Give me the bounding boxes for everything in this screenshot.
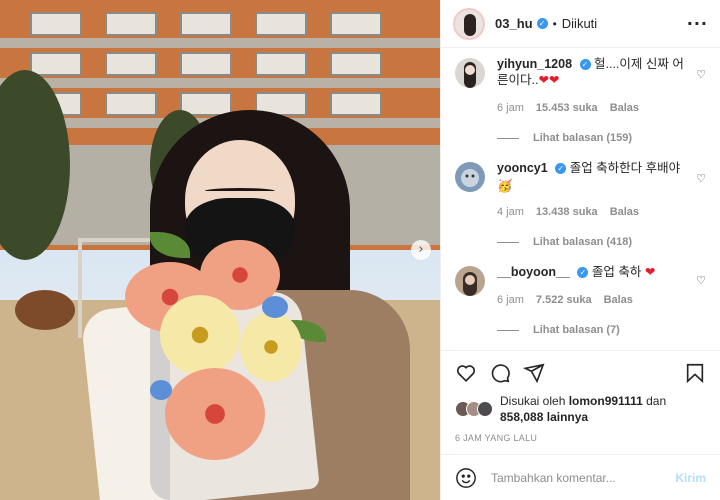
view-replies-button[interactable]: Lihat balasan (7) <box>497 322 688 338</box>
building-window <box>105 12 157 36</box>
comment-icon[interactable] <box>489 362 511 384</box>
liker-avatar <box>477 401 493 417</box>
reply-button[interactable]: Balas <box>610 100 639 116</box>
post-actions: Disukai oleh lomon991111 dan 858,088 lai… <box>441 350 720 443</box>
building-window <box>255 12 307 36</box>
commenter-username[interactable]: yihyun_1208 <box>497 57 572 71</box>
liker-username[interactable]: lomon991111 <box>569 394 643 408</box>
building-window <box>330 92 382 116</box>
chevron-right-icon: › <box>418 242 424 257</box>
comment-like-heart-icon[interactable]: ♡ <box>696 68 706 81</box>
photo-bush <box>15 290 75 330</box>
author-username[interactable]: 03_hu <box>495 16 533 31</box>
party-emoji: 🥳 <box>497 179 513 193</box>
comment-item: __boyoon__ ✓ 졸업 축하 ❤ 6 jam 7.522 suka Ba… <box>455 250 706 338</box>
likes-suffix[interactable]: lainnya <box>547 410 588 424</box>
add-comment-bar: Kirim <box>441 454 720 500</box>
replies-line <box>497 329 519 331</box>
comment-body: __boyoon__ ✓ 졸업 축하 ❤ 6 jam 7.522 suka Ba… <box>497 264 706 338</box>
comment-list[interactable]: yihyun_1208 ✓ 헐....이제 신짜 어른이다..❤❤ 6 jam … <box>441 48 720 350</box>
comment-text: 졸업 축하 <box>591 265 642 279</box>
bouquet-flower <box>165 368 265 460</box>
bouquet-flower <box>150 380 172 400</box>
commenter-username[interactable]: yooncy1 <box>497 161 548 175</box>
verified-icon: ✓ <box>579 59 591 70</box>
comment-input[interactable] <box>491 470 676 485</box>
header-dot: • <box>552 16 557 31</box>
follow-status[interactable]: Diikuti <box>562 16 597 31</box>
commenter-avatar[interactable] <box>455 162 485 192</box>
heart-icon[interactable] <box>455 362 477 384</box>
reply-button[interactable]: Balas <box>604 292 633 308</box>
verified-icon: ✓ <box>577 267 589 278</box>
post-comment-button[interactable]: Kirim <box>675 471 706 485</box>
comment-meta: 6 jam 15.453 suka Balas <box>497 100 688 116</box>
commenter-avatar[interactable] <box>455 266 485 296</box>
likes-row: Disukai oleh lomon991111 dan 858,088 lai… <box>455 393 706 425</box>
building-window <box>330 52 382 76</box>
replies-line <box>497 137 519 139</box>
comment-meta: 6 jam 7.522 suka Balas <box>497 292 688 308</box>
verified-icon: ✓ <box>536 18 548 29</box>
post-photo[interactable]: › <box>0 0 440 500</box>
bouquet-flower <box>160 295 240 375</box>
likes-text: Disukai oleh lomon991111 dan 858,088 lai… <box>494 393 666 425</box>
building-floor <box>0 38 440 48</box>
building-window <box>180 12 232 36</box>
comment-text: 졸업 축하한다 후배야 <box>569 161 681 175</box>
comment-item: yihyun_1208 ✓ 헐....이제 신짜 어른이다..❤❤ 6 jam … <box>455 48 706 146</box>
action-icons <box>455 361 706 385</box>
view-replies-button[interactable]: Lihat balasan (418) <box>497 234 688 250</box>
likes-joiner: dan <box>646 394 667 408</box>
author-avatar[interactable] <box>453 7 485 40</box>
share-icon[interactable] <box>523 362 545 384</box>
building-floor <box>0 78 440 88</box>
verified-icon: ✓ <box>555 163 567 174</box>
replies-line <box>497 241 519 243</box>
liker-avatars[interactable] <box>455 401 493 417</box>
building-window <box>180 52 232 76</box>
commenter-avatar[interactable] <box>455 58 485 88</box>
comment-meta: 4 jam 13.438 suka Balas <box>497 204 688 220</box>
reply-button[interactable]: Balas <box>610 204 639 220</box>
comment-likes[interactable]: 13.438 suka <box>536 204 598 220</box>
bookmark-icon[interactable] <box>684 362 706 384</box>
building-window <box>255 52 307 76</box>
heart-emoji: ❤❤ <box>538 72 560 87</box>
comment-age[interactable]: 6 jam <box>497 292 524 308</box>
view-replies-label: Lihat balasan (418) <box>533 236 633 248</box>
likes-prefix: Disukai oleh <box>500 394 566 408</box>
comment-item: yooncy1 ✓ 졸업 축하한다 후배야 🥳 4 jam 13.438 suk… <box>455 146 706 250</box>
comment-body: yooncy1 ✓ 졸업 축하한다 후배야 🥳 4 jam 13.438 suk… <box>497 160 706 250</box>
building-window <box>30 12 82 36</box>
view-replies-label: Lihat balasan (7) <box>533 324 620 336</box>
emoji-icon[interactable] <box>455 467 477 489</box>
next-photo-button[interactable]: › <box>411 240 431 260</box>
likes-count[interactable]: 858,088 <box>500 410 543 424</box>
post-dialog: › 03_hu ✓ • Diikuti ··· yihyun_1208 ✓ 헐.… <box>0 0 720 500</box>
view-replies-label: Lihat balasan (159) <box>533 132 633 144</box>
heart-emoji: ❤ <box>644 264 656 279</box>
comment-like-heart-icon[interactable]: ♡ <box>696 172 706 185</box>
bouquet-flower <box>240 312 302 382</box>
post-side-panel: 03_hu ✓ • Diikuti ··· yihyun_1208 ✓ 헐...… <box>440 0 720 500</box>
building-window <box>30 52 82 76</box>
post-timestamp[interactable]: 6 JAM YANG LALU <box>455 433 706 443</box>
building-window <box>105 92 157 116</box>
comment-age[interactable]: 6 jam <box>497 100 524 116</box>
bouquet-flower <box>262 296 288 318</box>
building-window <box>330 12 382 36</box>
building-window <box>105 52 157 76</box>
photo-eyes <box>205 188 275 194</box>
comment-like-heart-icon[interactable]: ♡ <box>696 274 706 287</box>
commenter-username[interactable]: __boyoon__ <box>497 265 570 279</box>
comment-body: yihyun_1208 ✓ 헐....이제 신짜 어른이다..❤❤ 6 jam … <box>497 56 706 146</box>
post-header: 03_hu ✓ • Diikuti ··· <box>441 0 720 48</box>
comment-likes[interactable]: 15.453 suka <box>536 100 598 116</box>
comment-age[interactable]: 4 jam <box>497 204 524 220</box>
view-replies-button[interactable]: Lihat balasan (159) <box>497 130 688 146</box>
more-icon[interactable]: ··· <box>687 14 708 33</box>
comment-likes[interactable]: 7.522 suka <box>536 292 592 308</box>
